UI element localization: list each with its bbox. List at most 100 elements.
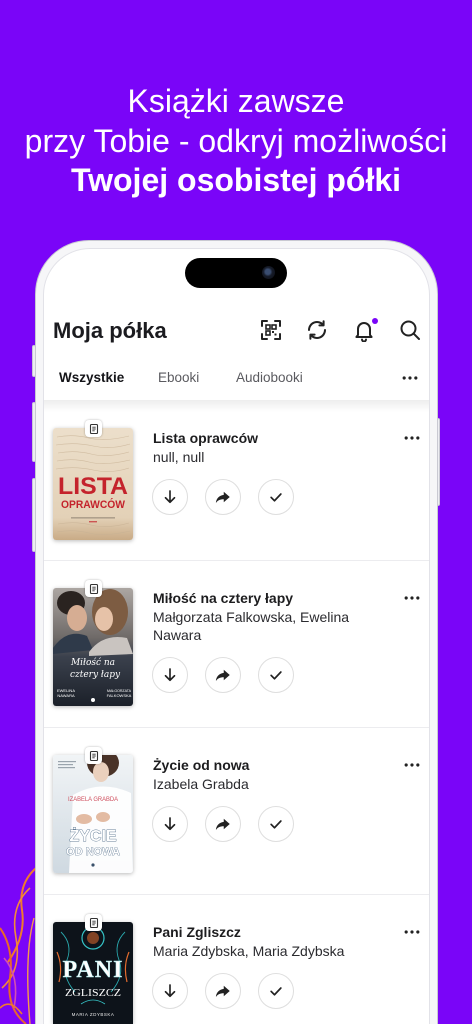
document-icon: [89, 583, 98, 594]
cover-title-line-2: OPRAWCÓW: [61, 498, 126, 511]
sync-icon: [308, 320, 326, 340]
check-icon: [270, 671, 282, 680]
cover-author-2-line-2: FALKOWSKA: [107, 693, 132, 698]
scan-qr-button[interactable]: [259, 318, 283, 342]
download-button[interactable]: [152, 806, 188, 842]
document-icon: [89, 750, 98, 761]
cover-title-line-2: ZGLISZCZ: [65, 987, 121, 999]
cover-milosc-na-cztery-lapy: Miłość na cztery łapy EWELINA NAWARA MAŁ…: [53, 588, 133, 706]
cover-zycie-od-nowa: IZABELA GRABDA ŻYCIE OD NOWA: [53, 755, 133, 873]
share-button[interactable]: [205, 657, 241, 693]
search-button[interactable]: [398, 318, 422, 342]
book-list-item[interactable]: Miłość na cztery łapy EWELINA NAWARA MAŁ…: [53, 580, 423, 706]
download-button[interactable]: [152, 479, 188, 515]
notification-badge: [372, 318, 378, 324]
book-more-button[interactable]: [402, 428, 422, 448]
search-icon: [400, 320, 420, 340]
cover-title-line-1: LISTA: [58, 473, 128, 500]
cover-title-line-1: PANI: [63, 957, 124, 983]
front-camera: [262, 266, 275, 279]
book-actions: [152, 806, 393, 842]
format-badge: [85, 747, 102, 764]
more-horizontal-icon: [404, 763, 420, 767]
book-title: Pani Zgliszcz: [153, 924, 241, 940]
download-icon: [164, 490, 176, 504]
book-cover[interactable]: LISTA OPRAWCÓW: [53, 428, 133, 540]
cover-author: IZABELA GRABDA: [68, 797, 118, 803]
more-horizontal-icon: [404, 596, 420, 600]
tabbar-shadow: [44, 400, 429, 412]
share-button[interactable]: [205, 973, 241, 1009]
mark-read-button[interactable]: [258, 479, 294, 515]
download-icon: [164, 817, 176, 831]
cover-title-line-2: cztery łapy: [70, 670, 121, 680]
cover-title-line-1: ŻYCIE: [69, 827, 116, 845]
book-title: Miłość na cztery łapy: [153, 590, 294, 606]
format-badge: [85, 420, 102, 437]
cover-pani-zgliszcz: PANI ZGLISZCZ MARIA ZDYBSKA: [53, 922, 133, 1024]
share-button[interactable]: [205, 806, 241, 842]
check-icon: [270, 820, 282, 829]
book-authors: Izabela Grabda: [153, 776, 249, 792]
book-list-item[interactable]: LISTA OPRAWCÓW Lista oprawców null, null: [53, 420, 423, 540]
download-button[interactable]: [152, 973, 188, 1009]
download-button[interactable]: [152, 657, 188, 693]
cover-title-line-2: OD NOWA: [66, 846, 120, 858]
list-divider: [44, 727, 429, 728]
book-cover[interactable]: IZABELA GRABDA ŻYCIE OD NOWA: [53, 755, 133, 873]
qr-code-icon: [261, 320, 281, 340]
document-icon: [89, 917, 98, 928]
download-icon: [164, 668, 176, 682]
book-actions: [152, 973, 393, 1009]
book-more-button[interactable]: [402, 922, 422, 942]
book-actions: [152, 657, 393, 693]
decorative-illustration: [0, 867, 36, 1024]
document-icon: [89, 423, 98, 434]
book-actions: [152, 479, 393, 515]
promo-headline-line-2: przy Tobie - odkryj możliwości: [24, 123, 448, 159]
sync-button[interactable]: [305, 318, 329, 342]
book-authors: Maria Zdybska, Maria Zdybska: [153, 943, 345, 959]
cover-author: MARIA ZDYBSKA: [72, 1012, 115, 1017]
download-icon: [164, 984, 176, 998]
tab-audiobooks[interactable]: Audiobooki: [236, 368, 303, 388]
mark-read-button[interactable]: [258, 657, 294, 693]
book-cover[interactable]: PANI ZGLISZCZ MARIA ZDYBSKA: [53, 922, 133, 1024]
book-authors: null, null: [153, 449, 205, 465]
book-more-button[interactable]: [402, 588, 422, 608]
tab-all[interactable]: Wszystkie: [59, 368, 124, 388]
promo-headline-line-3: Twojej osobistej półki: [70, 162, 402, 198]
check-icon: [270, 987, 282, 996]
format-badge: [85, 914, 102, 931]
more-horizontal-icon: [404, 930, 420, 934]
format-badge: [85, 580, 102, 597]
book-cover[interactable]: Miłość na cztery łapy EWELINA NAWARA MAŁ…: [53, 588, 133, 706]
mark-read-button[interactable]: [258, 973, 294, 1009]
share-icon: [215, 818, 230, 830]
list-divider: [44, 894, 429, 895]
list-divider: [44, 560, 429, 561]
page-title: Moja półka: [53, 318, 167, 343]
book-info: Życie od nowa Izabela Grabda: [152, 755, 393, 842]
cover-lista-oprawcow: LISTA OPRAWCÓW: [53, 428, 133, 540]
book-authors: Małgorzata Falkowska, Ewelina Nawara: [153, 609, 350, 643]
book-info: Miłość na cztery łapy Małgorzata Falkows…: [152, 588, 393, 693]
promo-headline-line-1: Książki zawsze: [127, 83, 345, 119]
mark-read-button[interactable]: [258, 806, 294, 842]
tab-ebooks[interactable]: Ebooki: [158, 368, 199, 388]
more-horizontal-icon: [402, 376, 418, 380]
share-icon: [215, 669, 230, 681]
share-button[interactable]: [205, 479, 241, 515]
cover-author-1-line-2: NAWARA: [57, 693, 75, 698]
book-more-button[interactable]: [402, 755, 422, 775]
cover-title-line-1: Miłość na: [70, 657, 115, 668]
book-info: Pani Zgliszcz Maria Zdybska, Maria Zdybs…: [152, 922, 393, 1009]
book-info: Lista oprawców null, null: [152, 428, 393, 515]
share-icon: [215, 985, 230, 997]
tabs-more-button[interactable]: [400, 368, 420, 388]
more-horizontal-icon: [404, 436, 420, 440]
share-icon: [215, 491, 230, 503]
book-title: Lista oprawców: [153, 430, 259, 446]
book-list-item[interactable]: IZABELA GRABDA ŻYCIE OD NOWA Życie od no…: [53, 747, 423, 873]
book-list-item[interactable]: PANI ZGLISZCZ MARIA ZDYBSKA Pani Zgliszc…: [53, 914, 423, 1024]
